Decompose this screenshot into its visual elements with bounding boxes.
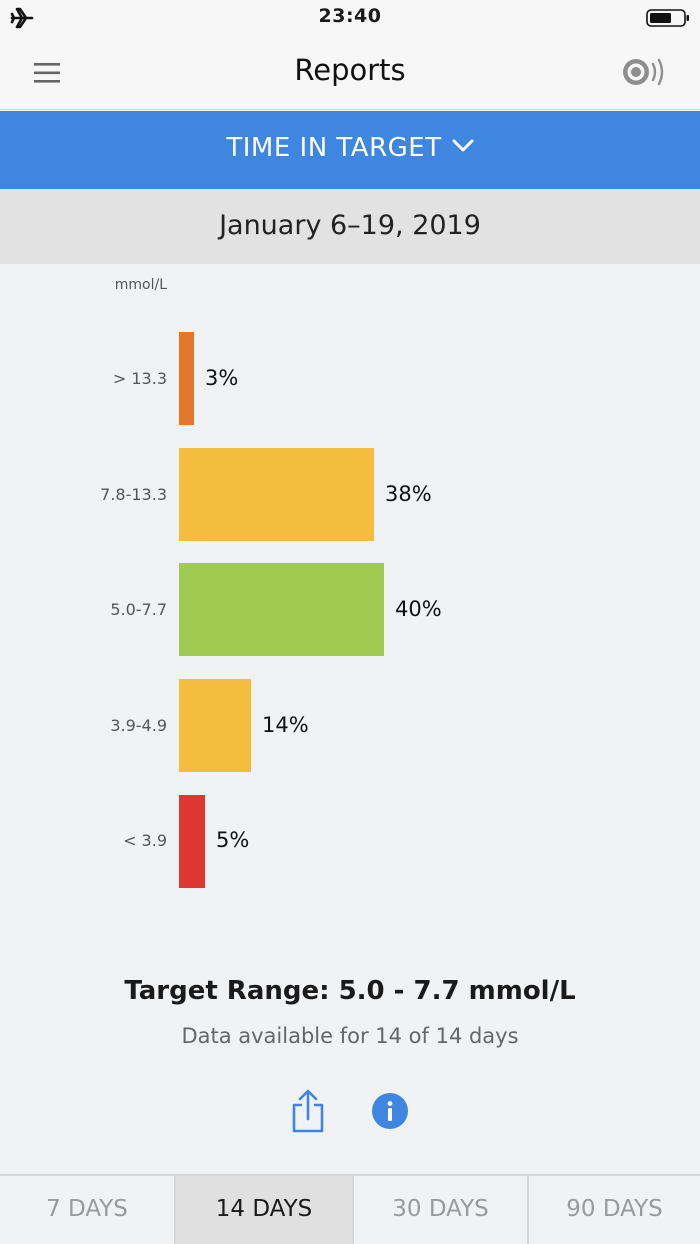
value-label-high: 38% — [385, 482, 432, 506]
value-label-very-high: 3% — [205, 366, 239, 390]
target-range-text: Target Range: 5.0 - 7.7 mmol/L — [124, 976, 576, 1006]
tab-30-days[interactable]: 30 DAYS — [354, 1176, 527, 1244]
date-range-band: January 6–19, 2019 — [0, 189, 700, 264]
app-root: 23:40 Reports TIME IN TARGET January 6–1… — [0, 0, 700, 1244]
page-title: Reports — [294, 53, 406, 87]
time-period-tabs: 7 DAYS 14 DAYS 30 DAYS 90 DAYS — [0, 1174, 700, 1244]
status-bar: 23:40 — [0, 0, 700, 36]
report-type-dropdown[interactable]: TIME IN TARGET — [0, 111, 700, 189]
chevron-down-icon — [452, 139, 474, 151]
chart-unit-label: mmol/L — [114, 277, 167, 293]
category-label-high: 7.8-13.3 — [100, 485, 167, 504]
bar-low — [179, 679, 251, 772]
info-icon[interactable] — [371, 1092, 409, 1130]
bar-target — [179, 563, 384, 656]
value-label-very-low: 5% — [216, 828, 250, 852]
nav-bar: Reports — [0, 36, 700, 110]
tab-14-days[interactable]: 14 DAYS — [176, 1176, 352, 1244]
report-type-label: TIME IN TARGET — [226, 133, 442, 163]
value-label-target: 40% — [395, 597, 442, 621]
tab-90-days[interactable]: 90 DAYS — [529, 1176, 700, 1244]
category-label-very-low: < 3.9 — [123, 831, 167, 850]
date-range: January 6–19, 2019 — [219, 210, 481, 241]
battery-icon — [646, 9, 689, 27]
share-icon[interactable] — [289, 1088, 327, 1134]
tab-7-days[interactable]: 7 DAYS — [0, 1176, 174, 1244]
bar-very-high — [179, 332, 194, 425]
bar-very-low — [179, 795, 205, 888]
value-label-low: 14% — [262, 713, 309, 737]
bar-high — [179, 448, 374, 541]
data-availability-text: Data available for 14 of 14 days — [181, 1024, 519, 1048]
category-label-very-high: > 13.3 — [112, 369, 167, 388]
category-label-low: 3.9-4.9 — [110, 716, 167, 735]
sensor-scan-icon[interactable] — [618, 52, 670, 92]
category-label-target: 5.0-7.7 — [110, 600, 167, 619]
status-time: 23:40 — [318, 5, 382, 27]
